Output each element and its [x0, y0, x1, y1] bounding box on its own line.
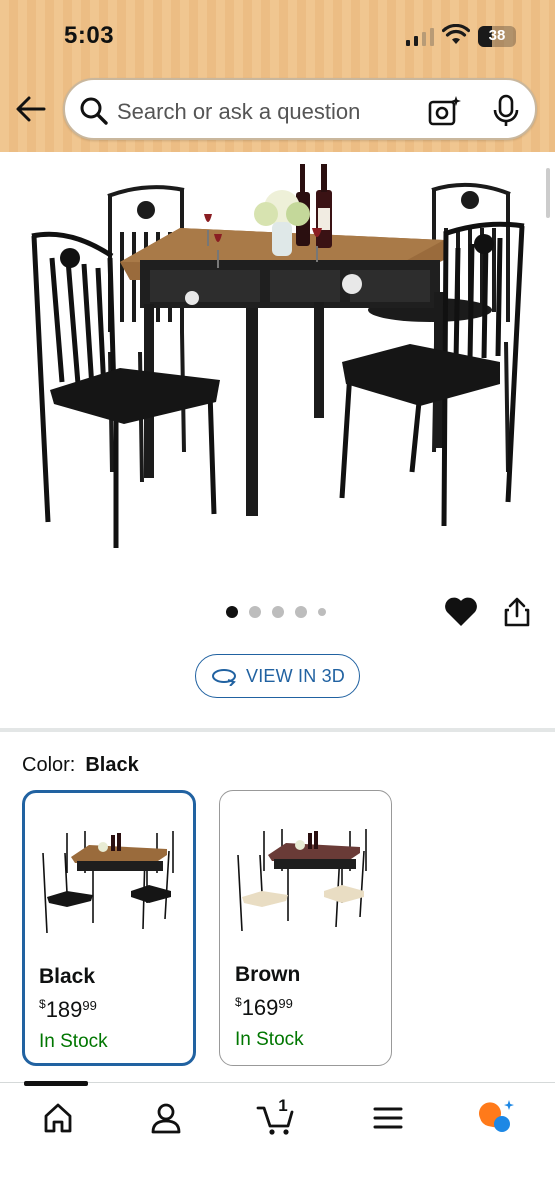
cellular-signal-icon — [406, 28, 434, 46]
battery-indicator: 38 — [478, 26, 516, 47]
scroll-indicator — [546, 168, 550, 218]
stock-status: In Stock — [235, 1029, 304, 1050]
tab-cart[interactable] — [256, 1098, 296, 1138]
status-bar: 5:03 38 — [0, 0, 555, 70]
tab-menu[interactable] — [368, 1098, 408, 1138]
carousel-dot[interactable] — [249, 606, 261, 618]
image-carousel-dots[interactable] — [226, 606, 326, 618]
section-divider — [0, 728, 555, 732]
search-input[interactable]: Search or ask a question — [117, 99, 360, 125]
tab-account[interactable] — [146, 1098, 186, 1138]
wifi-icon — [442, 24, 470, 44]
microphone-icon[interactable] — [491, 94, 521, 128]
view-in-3d-label: VIEW IN 3D — [245, 665, 345, 686]
price-currency: $ — [39, 997, 46, 1011]
color-option-brown[interactable]: Brown $16999 In Stock — [219, 790, 392, 1066]
price-cents: 99 — [278, 996, 293, 1011]
color-option-thumbnail — [237, 829, 367, 931]
color-label: Color: — [22, 754, 76, 776]
account-icon — [151, 1103, 181, 1134]
color-option-name: Brown — [235, 963, 301, 986]
carousel-dot[interactable] — [272, 606, 284, 618]
price-currency: $ — [235, 995, 242, 1009]
rufus-icon — [479, 1100, 514, 1132]
search-icon — [80, 97, 108, 125]
color-option-price: $16999 — [235, 995, 293, 1021]
header: 5:03 38 Search or ask a question — [0, 0, 555, 152]
carousel-dot[interactable] — [318, 608, 326, 616]
search-bar[interactable]: Search or ask a question — [63, 78, 537, 140]
tab-home[interactable] — [38, 1098, 78, 1138]
cart-count-badge: 1 — [278, 1096, 288, 1115]
carousel-dot[interactable] — [226, 606, 238, 618]
tab-rufus[interactable] — [476, 1098, 516, 1138]
color-selector-heading: Color: Black — [22, 754, 139, 777]
product-image[interactable] — [0, 152, 555, 572]
stock-status: In Stock — [39, 1031, 108, 1052]
menu-icon — [373, 1107, 403, 1129]
cart-icon — [256, 1106, 294, 1135]
battery-percent: 38 — [488, 27, 506, 44]
status-time: 5:03 — [64, 22, 115, 49]
price-dollars: 169 — [241, 995, 279, 1020]
rotate-3d-icon — [211, 669, 236, 686]
price-dollars: 189 — [45, 997, 83, 1022]
heart-icon[interactable] — [444, 596, 478, 628]
color-option-thumbnail — [42, 831, 174, 933]
back-arrow-icon[interactable] — [14, 92, 48, 126]
color-option-black[interactable]: Black $18999 In Stock — [22, 790, 196, 1066]
home-icon — [44, 1103, 72, 1133]
view-in-3d-button[interactable]: VIEW IN 3D — [195, 654, 360, 698]
carousel-dot[interactable] — [295, 606, 307, 618]
camera-search-icon[interactable] — [427, 94, 461, 128]
color-option-name: Black — [39, 965, 96, 988]
color-option-price: $18999 — [39, 997, 97, 1023]
selected-color: Black — [85, 754, 139, 776]
price-cents: 99 — [82, 998, 97, 1013]
share-icon[interactable] — [503, 596, 531, 628]
active-tab-indicator — [24, 1081, 88, 1086]
